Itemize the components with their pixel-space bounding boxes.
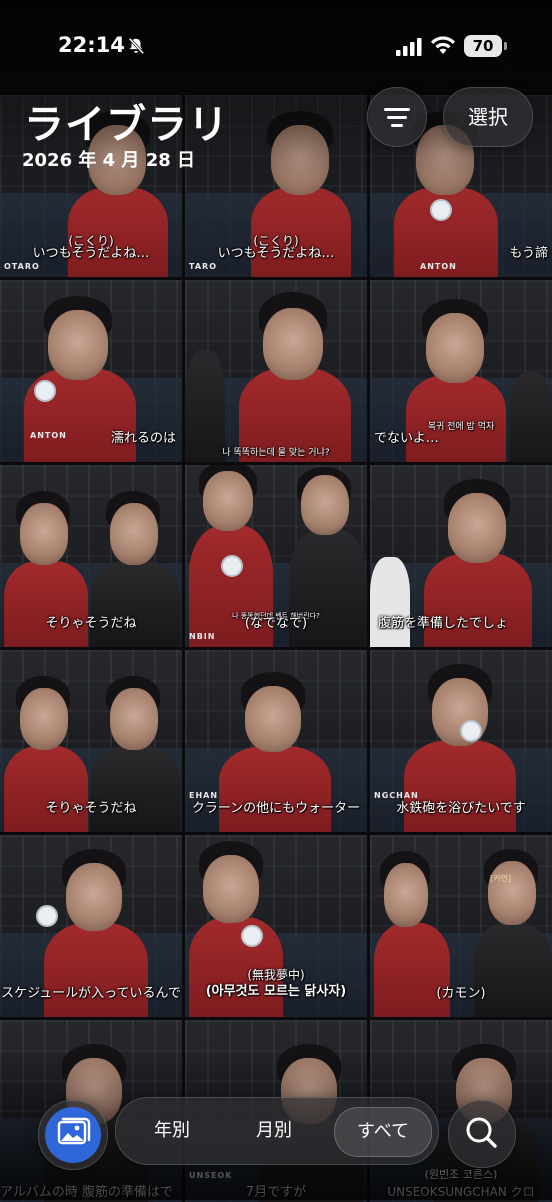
photo-caption: もう諦 [509, 246, 548, 261]
status-time: 22:14 [58, 33, 125, 57]
photo-thumbnail[interactable]: 濡れるのは ANTON [0, 280, 182, 462]
photo-tag: ANTON [420, 262, 457, 271]
photo-caption: そりゃそうだね [45, 801, 137, 816]
photo-thumbnail[interactable]: 나 똥똥했던데 벤트 해버린다? (なでなで) NBIN [185, 465, 367, 647]
photo-tag: TARO [189, 262, 217, 271]
tab-years[interactable]: 年別 [124, 1107, 220, 1155]
photo-thumbnail[interactable]: スケジュールが入っているんで [0, 835, 182, 1017]
photo-caption: (カモン) [436, 986, 486, 1001]
photo-thumbnail[interactable]: そりゃそうだね [0, 465, 182, 647]
photo-caption: スケジュールが入っているんで [1, 986, 181, 1001]
photo-caption: (아무것도 모르는 닭사자) [205, 984, 347, 999]
page-title: ライブラリ [24, 102, 229, 148]
photo-caption: そりゃそうだね [45, 616, 137, 631]
photo-thumbnail[interactable]: (無我夢中) (아무것도 모르는 닭사자) [185, 835, 367, 1017]
photo-caption: いつもそうだよね… [32, 246, 150, 261]
photo-tag: UNSEOK [189, 1171, 233, 1180]
photo-caption: 腹筋を準備したでしょ [378, 616, 509, 631]
tab-months[interactable]: 月別 [226, 1107, 322, 1155]
photo-tag: [커먼] [490, 874, 511, 883]
photo-caption: (원빈조 코른스) [424, 1168, 498, 1181]
photo-tag: NGCHAN [374, 791, 419, 800]
select-button[interactable]: 選択 [443, 87, 533, 147]
photo-thumbnail[interactable]: 水鉄砲を浴びたいです NGCHAN [370, 650, 552, 832]
photo-thumbnail[interactable]: 복귀 전에 밥 먹자 でないよ… [370, 280, 552, 462]
photo-caption: でないよ… [374, 431, 439, 446]
wifi-icon [431, 36, 455, 54]
photo-thumbnail[interactable]: そりゃそうだね [0, 650, 182, 832]
photo-tag: EHAN [189, 791, 219, 800]
battery-tip [504, 42, 507, 50]
photo-thumbnail[interactable]: 腹筋を準備したでしょ [370, 465, 552, 647]
photo-library-icon [57, 1117, 91, 1145]
cellular-signal-icon [396, 38, 422, 56]
photo-thumbnail[interactable]: クラーンの他にもウォーター EHAN [185, 650, 367, 832]
photo-caption: (なでなで) [244, 616, 308, 631]
photo-tag: NBIN [189, 632, 216, 641]
library-button[interactable] [38, 1100, 108, 1170]
photo-thumbnail[interactable]: [커먼] (カモン) [370, 835, 552, 1017]
battery-icon: 70 [464, 35, 502, 57]
photo-caption: 濡れるのは [110, 431, 176, 446]
tab-all[interactable]: すべて [334, 1107, 432, 1157]
photo-caption: 7月ですが [245, 1185, 307, 1200]
photo-caption: 나 똑똑하는데 물 맞는 거냐? [222, 448, 330, 458]
sort-button[interactable] [367, 87, 427, 147]
photo-caption: UNSEOKSUNGCHAN クロ [387, 1185, 535, 1199]
photo-tag: OTARO [4, 262, 40, 271]
page-date: 2026 年 4 月 28 日 [22, 150, 196, 171]
photo-grid: (こくり) いつもそうだよね… OTARO (こくり) いつもそうだよね… TA… [0, 0, 552, 1202]
bell-slash-icon [128, 37, 145, 55]
photo-thumbnail[interactable]: 나 똑똑하는데 물 맞는 거냐? [185, 280, 367, 462]
photo-caption: いつもそうだよね… [217, 246, 335, 261]
view-segmented-control: 年別 月別 すべて [115, 1097, 439, 1165]
search-button[interactable] [448, 1100, 516, 1168]
photo-caption: アルバムの時 腹筋の準備はで [0, 1185, 174, 1200]
photo-tag: ANTON [30, 431, 67, 440]
search-icon [466, 1117, 497, 1148]
